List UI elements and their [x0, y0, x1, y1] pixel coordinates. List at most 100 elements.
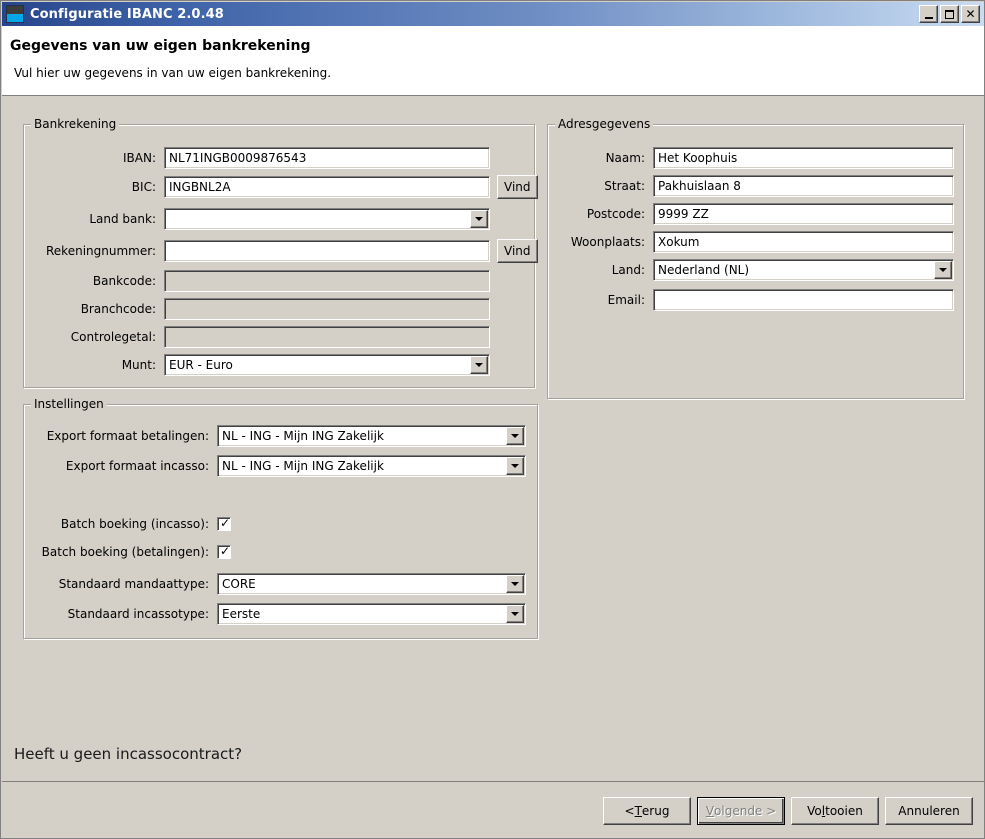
group-bankrekening-legend: Bankrekening: [31, 117, 120, 131]
group-instellingen: Instellingen Export formaat betalingen: …: [23, 397, 538, 639]
input-branchcode: [164, 298, 490, 320]
field-row-woonplaats: Woonplaats: Xokum: [548, 231, 954, 253]
checkbox-batch-boeking-incasso[interactable]: ✓: [217, 516, 231, 531]
input-controlegetal: [164, 326, 490, 348]
check-icon: ✓: [220, 544, 231, 558]
finish-button-pre: Vo: [807, 804, 822, 818]
label-postcode: Postcode:: [586, 207, 645, 221]
group-bankrekening: Bankrekening IBAN: NL71INGB0009876543 BI…: [23, 117, 538, 388]
field-row-naam: Naam: Het Koophuis: [548, 147, 954, 169]
field-row-land: Land: Nederland (NL): [548, 259, 954, 281]
label-standaard-mandaattype: Standaard mandaattype:: [58, 577, 209, 591]
field-row-export-formaat-incasso: Export formaat incasso: NL - ING - Mijn …: [24, 455, 526, 477]
combo-export-formaat-incasso[interactable]: NL - ING - Mijn ING Zakelijk: [217, 455, 526, 477]
find-rekeningnummer-button[interactable]: Vind: [497, 239, 538, 263]
close-icon: ✕: [965, 6, 976, 21]
wizard-button-bar: < Terug Volgende > Vo l tooien Annuleren: [2, 781, 984, 838]
combo-standaard-mandaattype-value: CORE: [222, 577, 256, 591]
label-batch-boeking-incasso: Batch boeking (incasso):: [60, 517, 209, 531]
next-button: Volgende >: [697, 797, 785, 825]
check-icon: ✓: [220, 516, 231, 530]
back-button-post: erug: [641, 804, 670, 818]
minimize-button[interactable]: [919, 5, 938, 23]
chevron-down-icon[interactable]: [506, 605, 524, 623]
finish-button[interactable]: Vo l tooien: [791, 797, 879, 825]
label-land-bank: Land bank:: [89, 212, 156, 226]
combo-land-bank[interactable]: [164, 208, 490, 230]
group-instellingen-legend: Instellingen: [31, 397, 107, 411]
label-export-formaat-incasso: Export formaat incasso:: [65, 459, 209, 473]
combo-standaard-mandaattype[interactable]: CORE: [217, 573, 526, 595]
wizard-content: Bankrekening IBAN: NL71INGB0009876543 BI…: [2, 97, 984, 838]
field-row-bic: BIC: INGBNL2A Vind: [24, 175, 538, 199]
label-bic: BIC:: [131, 180, 156, 194]
input-woonplaats[interactable]: Xokum: [653, 231, 954, 253]
input-postcode[interactable]: 9999 ZZ: [653, 203, 954, 225]
field-row-branchcode: Branchcode:: [24, 298, 490, 320]
page-subtitle: Vul hier uw gegevens in van uw eigen ban…: [14, 66, 332, 80]
input-straat[interactable]: Pakhuislaan 8: [653, 175, 954, 197]
input-bankcode: [164, 270, 490, 292]
field-row-email: Email:: [548, 289, 954, 311]
label-bankcode: Bankcode:: [92, 274, 156, 288]
chevron-down-icon[interactable]: [470, 210, 488, 228]
field-row-batch-boeking-betalingen: Batch boeking (betalingen): ✓: [24, 544, 231, 559]
back-button-pre: <: [624, 804, 635, 818]
label-branchcode: Branchcode:: [80, 302, 156, 316]
finish-button-post: tooien: [825, 804, 863, 818]
combo-munt-value: EUR - Euro: [169, 358, 233, 372]
back-button-mnemonic: T: [634, 804, 642, 818]
footnote-line-1: Heeft u geen incassocontract?: [14, 745, 243, 763]
next-button-post: olgende >: [714, 804, 777, 818]
field-row-munt: Munt: EUR - Euro: [24, 354, 490, 376]
input-email[interactable]: [653, 289, 954, 311]
field-row-bankcode: Bankcode:: [24, 270, 490, 292]
wizard-header: Gegevens van uw eigen bankrekening Vul h…: [2, 26, 984, 96]
page-title: Gegevens van uw eigen bankrekening: [10, 38, 311, 54]
field-row-standaard-mandaattype: Standaard mandaattype: CORE: [24, 573, 526, 595]
group-adresgegevens: Adresgegevens Naam: Het Koophuis Straat:…: [547, 117, 964, 399]
field-row-straat: Straat: Pakhuislaan 8: [548, 175, 954, 197]
back-button[interactable]: < Terug: [603, 797, 691, 825]
field-row-rekeningnummer: Rekeningnummer: Vind: [24, 239, 538, 263]
next-button-mnemonic: V: [705, 804, 715, 818]
label-naam: Naam:: [605, 151, 645, 165]
field-row-standaard-incassotype: Standaard incassotype: Eerste: [24, 603, 526, 625]
chevron-down-icon[interactable]: [506, 427, 524, 445]
chevron-down-icon[interactable]: [506, 457, 524, 475]
combo-export-formaat-betalingen-value: NL - ING - Mijn ING Zakelijk: [222, 429, 384, 443]
title-bar: Configuratie IBANC 2.0.48 ✕: [2, 2, 984, 26]
input-rekeningnummer[interactable]: [164, 240, 490, 262]
combo-standaard-incassotype[interactable]: Eerste: [217, 603, 526, 625]
combo-export-formaat-incasso-value: NL - ING - Mijn ING Zakelijk: [222, 459, 384, 473]
chevron-down-icon[interactable]: [506, 575, 524, 593]
maximize-button[interactable]: [940, 5, 959, 23]
label-land: Land:: [611, 263, 645, 277]
label-email: Email:: [607, 293, 645, 307]
field-row-export-formaat-betalingen: Export formaat betalingen: NL - ING - Mi…: [24, 425, 526, 447]
label-iban: IBAN:: [123, 151, 156, 165]
chevron-down-icon[interactable]: [934, 261, 952, 279]
field-row-postcode: Postcode: 9999 ZZ: [548, 203, 954, 225]
label-rekeningnummer: Rekeningnummer:: [46, 244, 156, 258]
find-bic-button[interactable]: Vind: [497, 175, 538, 199]
cancel-button-label: Annuleren: [898, 804, 960, 818]
label-munt: Munt:: [121, 358, 156, 372]
window-title: Configuratie IBANC 2.0.48: [30, 6, 224, 22]
label-batch-boeking-betalingen: Batch boeking (betalingen):: [41, 545, 209, 559]
input-iban[interactable]: NL71INGB0009876543: [164, 147, 490, 169]
input-bic[interactable]: INGBNL2A: [164, 176, 490, 198]
cancel-button[interactable]: Annuleren: [885, 797, 973, 825]
combo-land-value: Nederland (NL): [658, 263, 750, 277]
combo-munt[interactable]: EUR - Euro: [164, 354, 490, 376]
group-adresgegevens-legend: Adresgegevens: [555, 117, 654, 131]
combo-land[interactable]: Nederland (NL): [653, 259, 954, 281]
close-button[interactable]: ✕: [961, 5, 980, 23]
field-row-iban: IBAN: NL71INGB0009876543: [24, 147, 490, 169]
checkbox-batch-boeking-betalingen[interactable]: ✓: [217, 544, 231, 559]
configuration-wizard-window: Configuratie IBANC 2.0.48 ✕ Gegevens van…: [0, 0, 985, 839]
input-naam[interactable]: Het Koophuis: [653, 147, 954, 169]
chevron-down-icon[interactable]: [470, 356, 488, 374]
combo-export-formaat-betalingen[interactable]: NL - ING - Mijn ING Zakelijk: [217, 425, 526, 447]
field-row-land-bank: Land bank:: [24, 208, 490, 230]
